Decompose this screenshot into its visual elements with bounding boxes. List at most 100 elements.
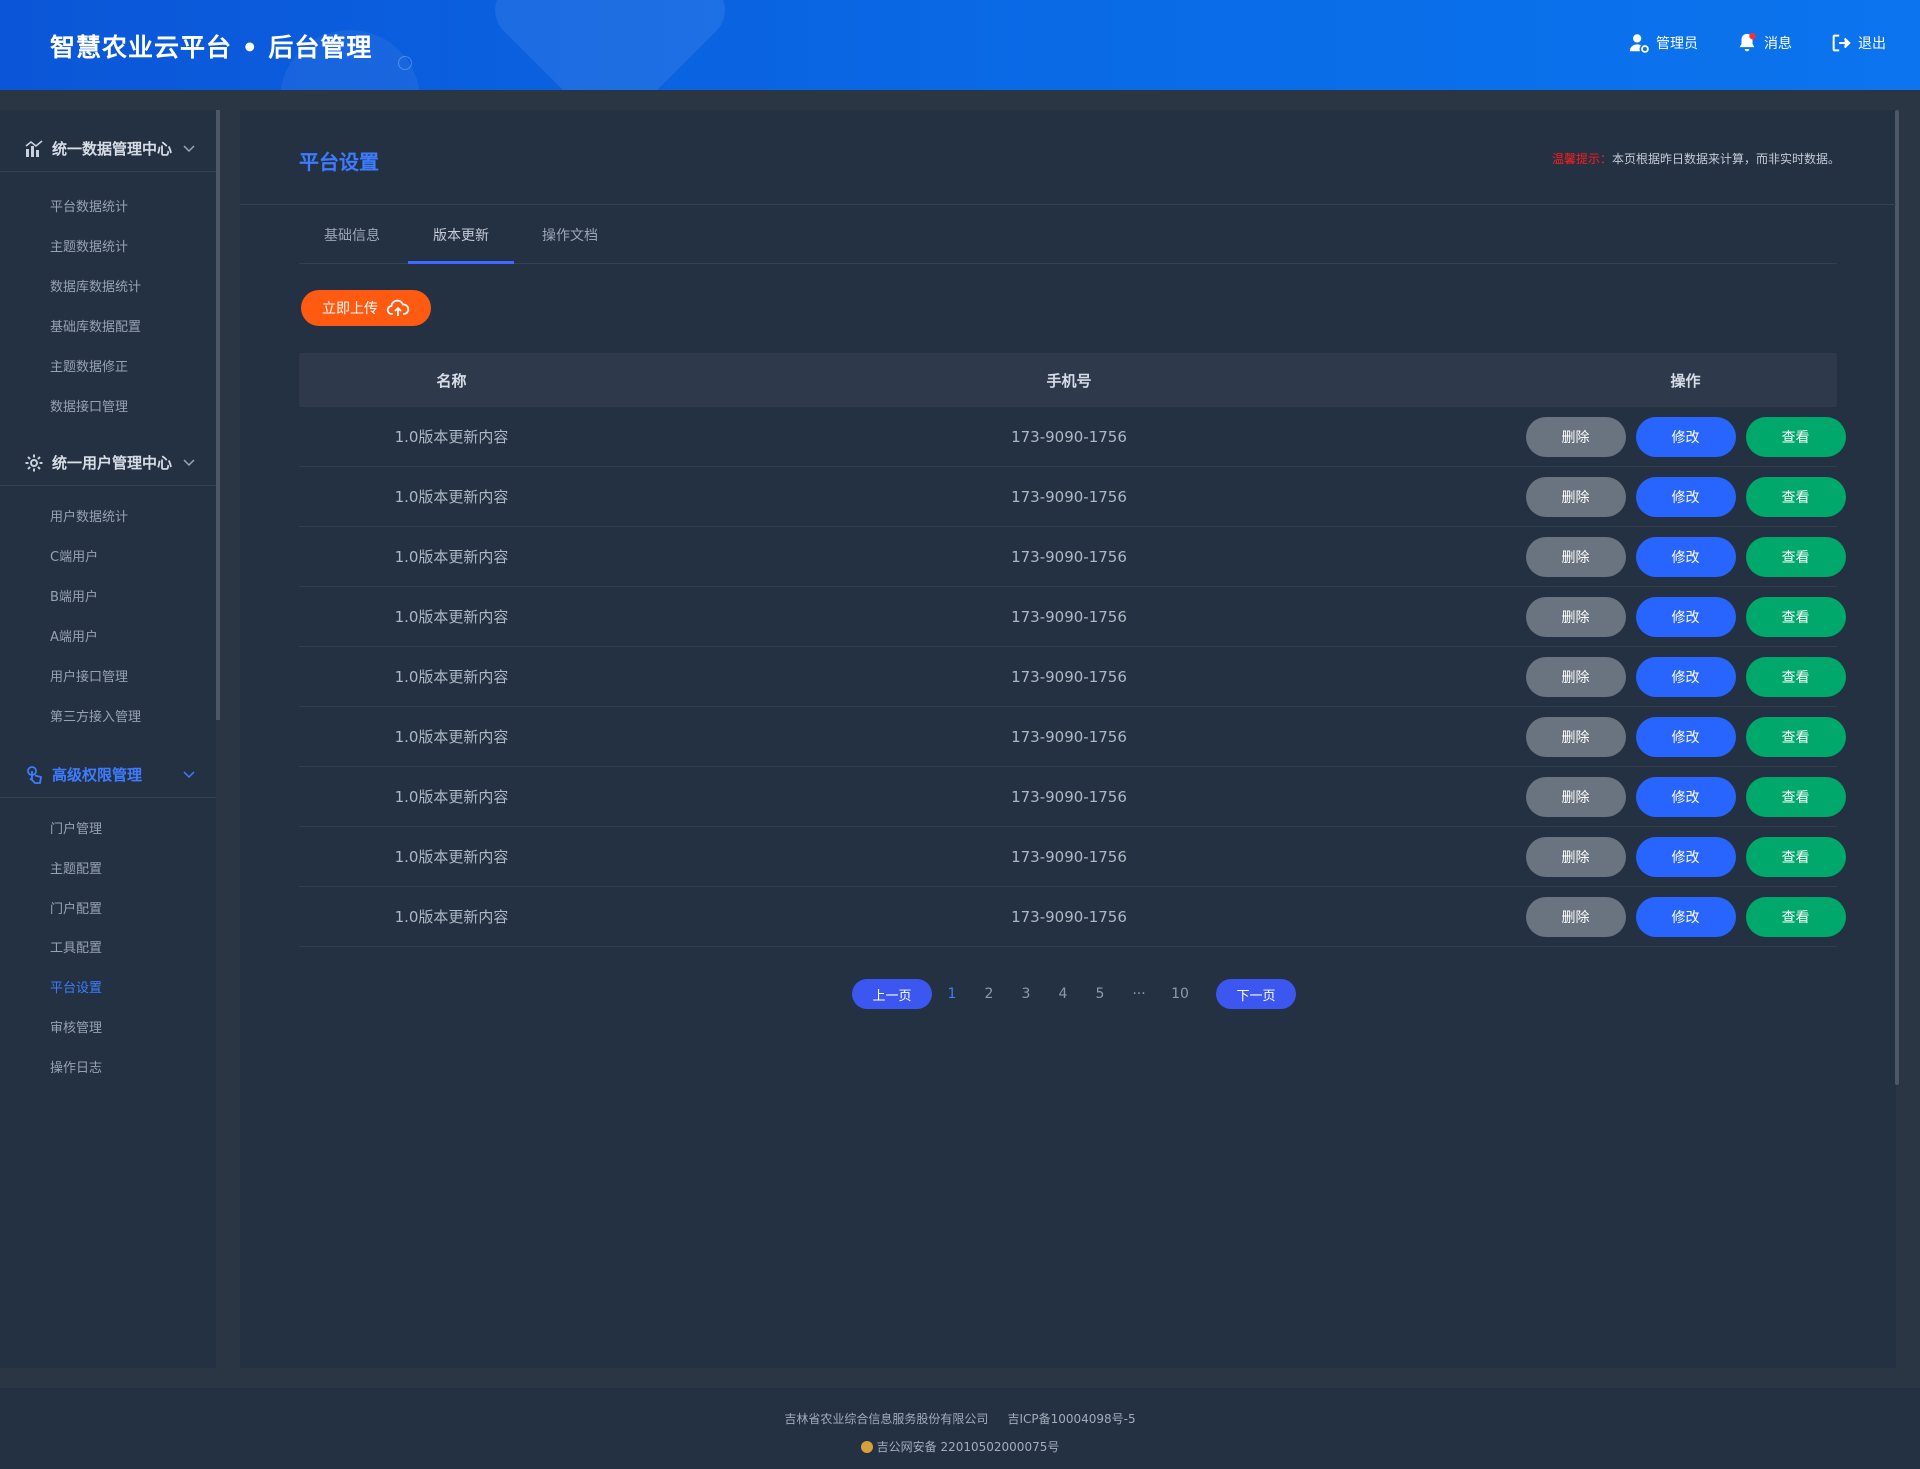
sidebar-item-data-api[interactable]: 数据接口管理 (50, 396, 128, 415)
row-actions: 删除 修改 查看 (1525, 476, 1846, 517)
page-5[interactable]: 5 (1080, 986, 1120, 1002)
sidebar-item-platform-stats[interactable]: 平台数据统计 (50, 196, 128, 215)
edit-button[interactable]: 修改 (1635, 716, 1736, 757)
cell-actions: 删除 修改 查看 (1525, 416, 1846, 457)
sidebar-item-portal-config[interactable]: 门户配置 (50, 898, 102, 917)
edit-button[interactable]: 修改 (1635, 476, 1736, 517)
footer-police[interactable]: 吉公网安备 22010502000075号 (877, 1438, 1060, 1455)
upload-label: 立即上传 (322, 301, 378, 317)
row-actions: 删除 修改 查看 (1525, 896, 1846, 937)
divider (240, 204, 1896, 205)
view-button[interactable]: 查看 (1745, 776, 1846, 817)
delete-button[interactable]: 删除 (1525, 836, 1626, 877)
bell-icon (1739, 32, 1756, 52)
prev-page-button[interactable]: 上一页 (852, 979, 932, 1009)
footer-line-1: 吉林省农业综合信息服务股份有限公司 吉ICP备10004098号-5 (0, 1410, 1920, 1427)
row-actions: 删除 修改 查看 (1525, 776, 1846, 817)
sidebar-item-user-api[interactable]: 用户接口管理 (50, 666, 128, 685)
main-panel: 平台设置 温馨提示：本页根据昨日数据来计算，而非实时数据。 基础信息 版本更新 … (240, 110, 1899, 1368)
chevron-down-icon (183, 771, 195, 779)
delete-button[interactable]: 删除 (1525, 656, 1626, 697)
edit-button[interactable]: 修改 (1635, 896, 1736, 937)
sidebar-item-tool-config[interactable]: 工具配置 (50, 937, 102, 956)
messages-label: 消息 (1764, 36, 1792, 52)
sidebar-item-user-stats[interactable]: 用户数据统计 (50, 506, 128, 525)
page-3[interactable]: 3 (1006, 986, 1046, 1002)
sidebar-item-platform-settings[interactable]: 平台设置 (50, 977, 102, 996)
sidebar-item-operation-log[interactable]: 操作日志 (50, 1057, 102, 1076)
sidebar-item-portal[interactable]: 门户管理 (50, 818, 102, 837)
tab-version-update[interactable]: 版本更新 (408, 210, 514, 264)
view-button[interactable]: 查看 (1745, 896, 1846, 937)
delete-button[interactable]: 删除 (1525, 596, 1626, 637)
view-button[interactable]: 查看 (1745, 536, 1846, 577)
row-actions: 删除 修改 查看 (1525, 416, 1846, 457)
view-button[interactable]: 查看 (1745, 836, 1846, 877)
sidebar: 统一数据管理中心 平台数据统计 主题数据统计 数据库数据统计 基础库数据配置 主… (0, 110, 216, 1368)
edit-button[interactable]: 修改 (1635, 776, 1736, 817)
delete-button[interactable]: 删除 (1525, 476, 1626, 517)
sidebar-group-data-center[interactable]: 统一数据管理中心 (0, 126, 216, 172)
page-4[interactable]: 4 (1046, 986, 1080, 1002)
view-button[interactable]: 查看 (1745, 476, 1846, 517)
sidebar-item-base-config[interactable]: 基础库数据配置 (50, 316, 141, 335)
row-actions: 删除 修改 查看 (1525, 596, 1846, 637)
sidebar-item-c-users[interactable]: C端用户 (50, 546, 98, 565)
gear-icon (25, 454, 43, 471)
next-page-button[interactable]: 下一页 (1216, 979, 1296, 1009)
table-row: 1.0版本更新内容 173-9090-1756 删除 修改 查看 (299, 767, 1846, 827)
cell-phone: 173-9090-1756 (1011, 847, 1127, 866)
delete-button[interactable]: 删除 (1525, 536, 1626, 577)
header-actions: 管理员 消息 退出 (1628, 32, 1886, 54)
sidebar-item-theme-config[interactable]: 主题配置 (50, 858, 102, 877)
view-button[interactable]: 查看 (1745, 656, 1846, 697)
view-button[interactable]: 查看 (1745, 716, 1846, 757)
edit-button[interactable]: 修改 (1635, 836, 1736, 877)
sidebar-scrollbar[interactable] (216, 110, 220, 720)
sidebar-item-audit[interactable]: 审核管理 (50, 1017, 102, 1036)
delete-button[interactable]: 删除 (1525, 776, 1626, 817)
table-row: 1.0版本更新内容 173-9090-1756 删除 修改 查看 (299, 647, 1846, 707)
tab-bar: 基础信息 版本更新 操作文档 (299, 210, 1837, 264)
column-header-name: 名称 (436, 371, 467, 390)
sidebar-item-database-stats[interactable]: 数据库数据统计 (50, 276, 141, 295)
logout-button[interactable]: 退出 (1830, 32, 1886, 54)
sidebar-item-theme-stats[interactable]: 主题数据统计 (50, 236, 128, 255)
delete-button[interactable]: 删除 (1525, 896, 1626, 937)
edit-button[interactable]: 修改 (1635, 596, 1736, 637)
chevron-down-icon (183, 145, 195, 153)
sidebar-group-permissions[interactable]: 高级权限管理 (0, 752, 216, 798)
upload-button[interactable]: 立即上传 (301, 290, 431, 326)
delete-button[interactable]: 删除 (1525, 716, 1626, 757)
cell-phone: 173-9090-1756 (1011, 487, 1127, 506)
row-actions: 删除 修改 查看 (1525, 656, 1846, 697)
sidebar-item-a-users[interactable]: A端用户 (50, 626, 98, 645)
table-row: 1.0版本更新内容 173-9090-1756 删除 修改 查看 (299, 527, 1846, 587)
edit-button[interactable]: 修改 (1635, 536, 1736, 577)
cell-actions: 删除 修改 查看 (1525, 716, 1846, 757)
sidebar-group-label: 高级权限管理 (52, 766, 143, 784)
page-10[interactable]: 10 (1158, 986, 1202, 1002)
main-scrollbar[interactable] (1895, 110, 1899, 1085)
sidebar-group-user-center[interactable]: 统一用户管理中心 (0, 440, 216, 486)
sidebar-item-b-users[interactable]: B端用户 (50, 586, 98, 605)
sidebar-item-third-party[interactable]: 第三方接入管理 (50, 706, 141, 725)
delete-button[interactable]: 删除 (1525, 416, 1626, 457)
view-button[interactable]: 查看 (1745, 596, 1846, 637)
footer-line-2: 吉公网安备 22010502000075号 (0, 1438, 1920, 1455)
cell-phone: 173-9090-1756 (1011, 427, 1127, 446)
page-2[interactable]: 2 (972, 986, 1006, 1002)
page-1[interactable]: 1 (932, 986, 972, 1002)
row-actions: 删除 修改 查看 (1525, 836, 1846, 877)
edit-button[interactable]: 修改 (1635, 416, 1736, 457)
admin-button[interactable]: 管理员 (1628, 32, 1698, 54)
view-button[interactable]: 查看 (1745, 416, 1846, 457)
sidebar-item-theme-fix[interactable]: 主题数据修正 (50, 356, 128, 375)
logout-label: 退出 (1858, 36, 1886, 52)
footer-icp[interactable]: 吉ICP备10004098号-5 (1007, 1412, 1135, 1426)
tab-basic-info[interactable]: 基础信息 (299, 210, 405, 264)
row-actions: 删除 修改 查看 (1525, 536, 1846, 577)
tab-operation-docs[interactable]: 操作文档 (517, 210, 623, 264)
edit-button[interactable]: 修改 (1635, 656, 1736, 697)
messages-button[interactable]: 消息 (1736, 32, 1792, 54)
